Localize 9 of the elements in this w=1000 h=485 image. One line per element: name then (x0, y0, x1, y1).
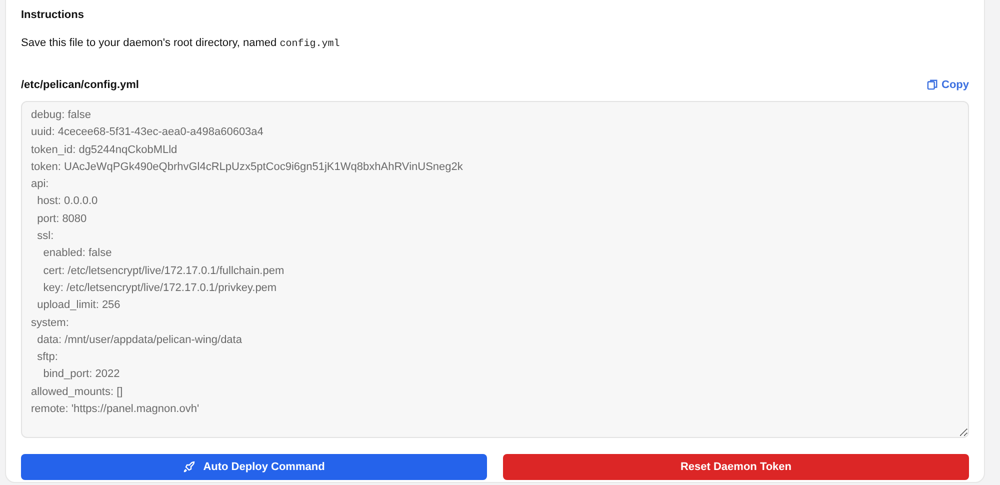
config-textarea[interactable]: debug: false uuid: 4cecee68-5f31-43ec-aea0-a498a60603a4 token_id: dg5244nqCkobMLld token: UAcJeWqPGk490eQbrhvGl4cRLpUzx5ptCoc9i6gn51jK1Wq8bxhAhRVinUSneg2k api: host: 0.0.0.0 port: 8080 ssl: enabled: false cert: /etc/letsencrypt/live/172.17.0.1/fullchain.pem key: /etc/letsencrypt/live/172.17.0.1/privkey.pem upload_limit: 256 system: data: /mnt/user/appdata/pelican-wing/data sftp: bind_port: 2022 allowed_mounts: [] remote: 'https://panel.magnon.ovh' (21, 101, 969, 438)
copy-link[interactable]: Copy (926, 76, 969, 93)
file-path: /etc/pelican/config.yml (21, 78, 139, 92)
reset-token-button[interactable]: Reset Daemon Token (503, 454, 969, 480)
rocket-icon (183, 461, 196, 473)
section-title: Instructions (21, 8, 85, 23)
copy-icon (926, 79, 938, 90)
instruction-text: Save this file to your daemon's root directory, named config.yml (21, 36, 341, 52)
deploy-button[interactable]: Auto Deploy Command (21, 454, 487, 480)
